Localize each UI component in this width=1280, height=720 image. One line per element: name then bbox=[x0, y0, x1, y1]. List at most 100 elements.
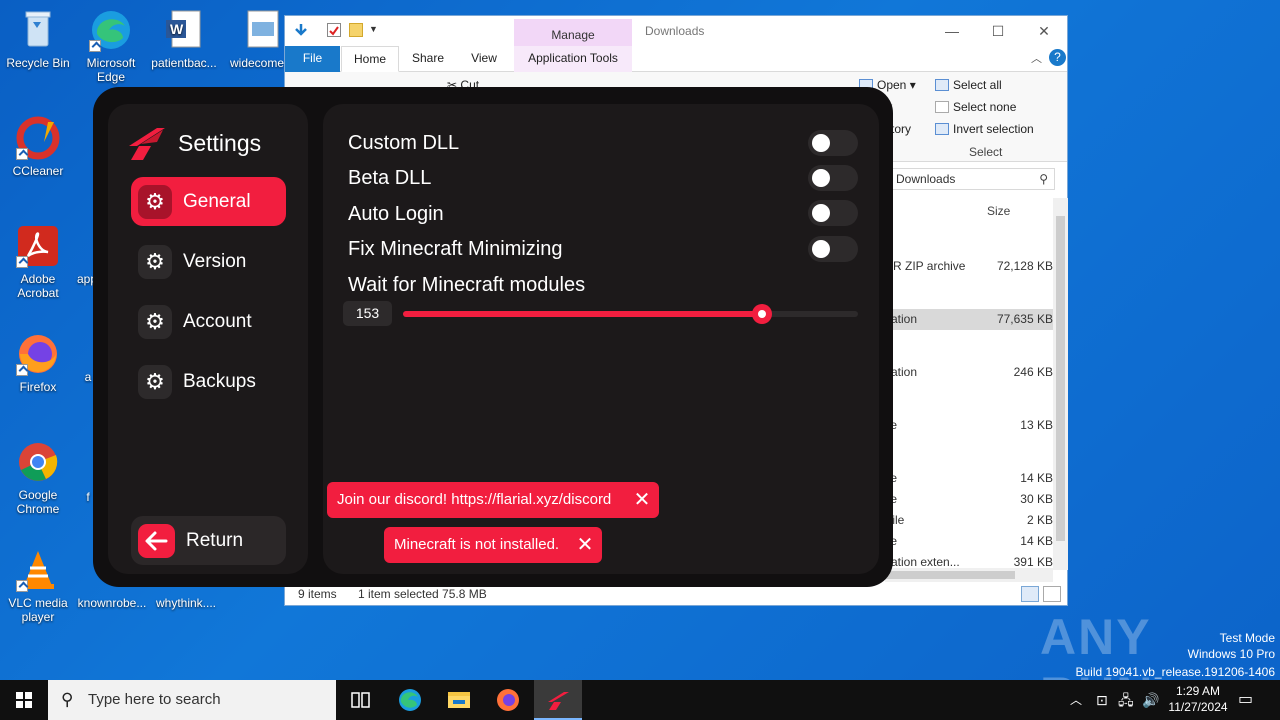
toggle-auto-login[interactable] bbox=[808, 200, 858, 226]
file-row[interactable]: ile30 KB bbox=[885, 489, 1053, 510]
vlc-icon bbox=[16, 548, 60, 592]
toggle-knob bbox=[812, 240, 830, 258]
toggle-beta-dll[interactable] bbox=[808, 165, 858, 191]
select-all-button[interactable]: Select all bbox=[935, 78, 1002, 92]
invert-selection-button[interactable]: Invert selection bbox=[935, 122, 1034, 136]
horizontal-scrollbar[interactable] bbox=[885, 568, 1053, 582]
vertical-scrollbar[interactable] bbox=[1053, 198, 1068, 570]
file-row[interactable]: ile13 KB bbox=[885, 415, 1053, 436]
desktop-icon-firefox[interactable]: Firefox bbox=[0, 332, 76, 394]
slider-value[interactable]: 153 bbox=[343, 301, 392, 326]
tray-app-icon[interactable]: ⊡ bbox=[1096, 680, 1108, 720]
toggle-custom-dll[interactable] bbox=[808, 130, 858, 156]
details-view-icon[interactable] bbox=[1021, 586, 1039, 602]
large-icons-view-icon[interactable] bbox=[1043, 586, 1061, 602]
ccleaner-icon bbox=[16, 116, 60, 160]
explorer-titlebar[interactable]: ▼ Manage Downloads — ☐ ✕ bbox=[285, 16, 1067, 46]
icon-label: knownrobe... bbox=[77, 596, 147, 610]
maximize-button[interactable]: ☐ bbox=[975, 20, 1021, 42]
quick-access-down-icon[interactable] bbox=[293, 22, 309, 38]
search-icon: ⚲ bbox=[1039, 172, 1048, 186]
minimize-button[interactable]: — bbox=[929, 20, 975, 42]
close-icon[interactable]: ✕ bbox=[568, 527, 602, 563]
watermark-os: Windows 10 Pro bbox=[1187, 647, 1275, 661]
file-row[interactable]: ile14 KB bbox=[885, 468, 1053, 489]
taskbar-search-input[interactable]: ⚲ Type here to search bbox=[48, 680, 336, 720]
flarial-logo-icon bbox=[127, 126, 165, 160]
gear-icon: ⚙ bbox=[138, 365, 172, 399]
desktop-icon-edge[interactable]: Microsoft Edge bbox=[73, 8, 149, 84]
clock-time: 1:29 AM bbox=[1175, 684, 1221, 698]
file-row[interactable]: ile14 KB bbox=[885, 531, 1053, 552]
tab-home[interactable]: Home bbox=[341, 46, 399, 72]
search-input[interactable]: n Downloads ⚲ bbox=[885, 168, 1055, 190]
task-view-icon[interactable] bbox=[336, 680, 384, 720]
tab-application-tools[interactable]: Application Tools bbox=[514, 46, 632, 72]
icon-label: whythink.... bbox=[155, 596, 217, 610]
network-icon[interactable]: 🖧 bbox=[1118, 680, 1134, 720]
file-row[interactable]: cation 77,635 KB bbox=[885, 309, 1053, 330]
desktop-icon-patientbac[interactable]: W patientbac... bbox=[146, 8, 222, 70]
volume-icon[interactable]: 🔊 bbox=[1142, 680, 1159, 720]
option-label-fix-minecraft-minimizing: Fix Minecraft Minimizing bbox=[348, 238, 563, 260]
toggle-fix-minecraft-minimizing[interactable] bbox=[808, 236, 858, 262]
tab-view[interactable]: View bbox=[459, 46, 509, 72]
notifications-icon[interactable]: ▭ bbox=[1238, 680, 1253, 720]
column-header-size[interactable]: Size bbox=[987, 204, 1010, 218]
start-button[interactable] bbox=[0, 680, 48, 720]
properties-icon[interactable] bbox=[327, 23, 341, 37]
gear-icon: ⚙ bbox=[138, 245, 172, 279]
option-label-beta-dll: Beta DLL bbox=[348, 167, 432, 189]
ribbon-collapse-icon[interactable]: ︿ bbox=[1031, 50, 1042, 66]
nav-item-account[interactable]: ⚙ Account bbox=[131, 297, 286, 346]
nav-item-general[interactable]: ⚙ General bbox=[131, 177, 286, 226]
new-folder-icon[interactable] bbox=[349, 23, 363, 37]
return-label: Return bbox=[186, 530, 244, 551]
flarial-taskbar-icon[interactable] bbox=[534, 680, 582, 720]
tab-file[interactable]: File bbox=[285, 46, 340, 72]
return-button[interactable]: Return bbox=[131, 516, 286, 565]
tab-share[interactable]: Share bbox=[403, 46, 453, 72]
toggle-knob bbox=[812, 134, 830, 152]
firefox-taskbar-icon[interactable] bbox=[484, 680, 532, 720]
select-none-button[interactable]: Select none bbox=[935, 100, 1016, 114]
scrollbar-thumb[interactable] bbox=[885, 571, 1015, 579]
close-icon[interactable]: ✕ bbox=[625, 482, 659, 518]
chevron-up-icon[interactable]: ︿ bbox=[1070, 680, 1082, 720]
taskbar-clock[interactable]: 1:29 AM 11/27/2024 bbox=[1160, 683, 1236, 715]
option-label-auto-login: Auto Login bbox=[348, 203, 444, 225]
close-button[interactable]: ✕ bbox=[1021, 20, 1067, 42]
word-document-icon: W bbox=[162, 8, 206, 52]
nav-item-version[interactable]: ⚙ Version bbox=[131, 237, 286, 286]
file-explorer-taskbar-icon[interactable] bbox=[435, 680, 483, 720]
acrobat-icon bbox=[16, 224, 60, 268]
icon-label: VLC media player bbox=[8, 596, 68, 624]
slider-thumb[interactable] bbox=[752, 304, 772, 324]
icon-label: f bbox=[86, 490, 90, 504]
desktop-icon-vlc[interactable]: VLC media player bbox=[0, 548, 76, 624]
desktop-icon-recycle-bin[interactable]: Recycle Bin bbox=[0, 8, 76, 70]
history-button[interactable]: tory bbox=[891, 122, 911, 136]
nav-item-label: Version bbox=[183, 251, 247, 272]
chrome-icon bbox=[16, 440, 60, 484]
desktop-icon-chrome[interactable]: Google Chrome bbox=[0, 440, 76, 516]
edge-taskbar-icon[interactable] bbox=[386, 680, 434, 720]
module-wait-slider[interactable] bbox=[403, 304, 858, 324]
toggle-knob bbox=[812, 169, 830, 187]
icon-label: a bbox=[84, 370, 92, 384]
chevron-down-icon[interactable]: ▼ bbox=[369, 24, 378, 34]
scrollbar-thumb[interactable] bbox=[1056, 216, 1065, 541]
file-row[interactable]: cation 246 KB bbox=[885, 362, 1053, 383]
nav-item-backups[interactable]: ⚙ Backups bbox=[131, 357, 286, 406]
flarial-launcher-window: Settings ⚙ General ⚙ Version ⚙ Account ⚙… bbox=[93, 87, 893, 587]
recycle-bin-icon bbox=[16, 8, 60, 52]
help-icon[interactable]: ? bbox=[1049, 49, 1066, 66]
taskbar: ⚲ Type here to search ︿ ⊡ 🖧 🔊 1:29 AM 11… bbox=[0, 680, 1280, 720]
desktop-icon-ccleaner[interactable]: CCleaner bbox=[0, 116, 76, 178]
desktop-icon-acrobat[interactable]: Adobe Acrobat bbox=[0, 224, 76, 300]
file-row[interactable]: AR ZIP archive 72,128 KB bbox=[885, 256, 1053, 277]
file-row[interactable]: File 2 KB bbox=[885, 510, 1053, 531]
image-file-icon bbox=[240, 8, 284, 52]
clock-date: 11/27/2024 bbox=[1168, 700, 1228, 714]
toast-not-installed: Minecraft is not installed. ✕ bbox=[384, 527, 602, 563]
